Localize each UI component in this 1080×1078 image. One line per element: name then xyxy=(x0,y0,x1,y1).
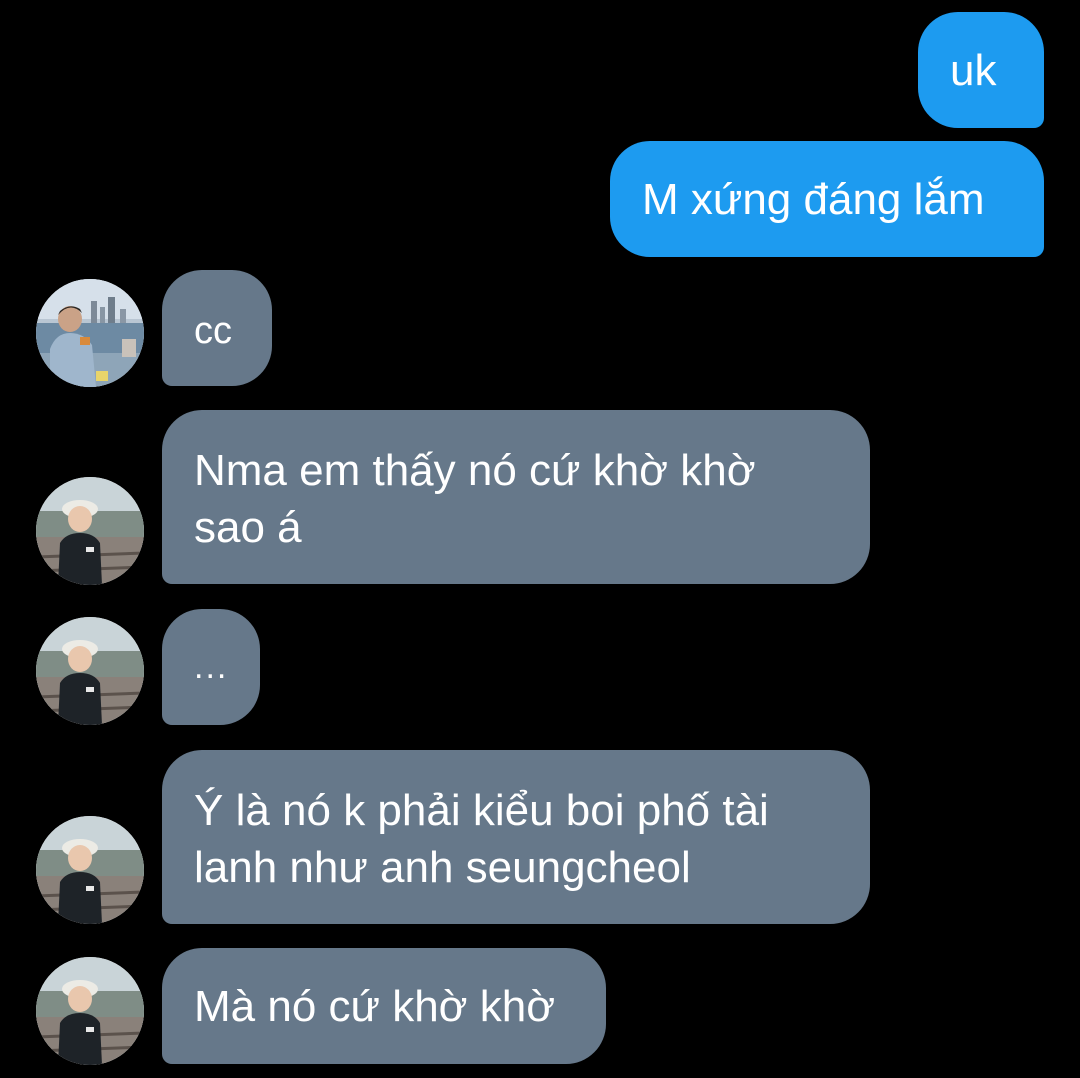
incoming-message-bubble[interactable]: Nma em thấy nó cứ khờ khờ sao á xyxy=(162,410,870,584)
user-photo-avatar-icon[interactable] xyxy=(36,279,144,387)
message-text: Ý là nó k phải kiểu boi phố tài lanh như… xyxy=(194,786,769,892)
message-text: uk xyxy=(950,46,997,95)
incoming-message-bubble[interactable]: ... xyxy=(162,609,260,725)
message-text: M xứng đáng lắm xyxy=(642,175,985,224)
child-photo-avatar-icon[interactable] xyxy=(36,816,144,924)
outgoing-message-bubble[interactable]: uk xyxy=(918,12,1044,128)
message-text: cc xyxy=(194,310,232,352)
outgoing-message-bubble[interactable]: M xứng đáng lắm xyxy=(610,141,1044,257)
child-photo-avatar-icon[interactable] xyxy=(36,617,144,725)
message-text: ... xyxy=(194,648,229,686)
incoming-message-bubble[interactable]: Ý là nó k phải kiểu boi phố tài lanh như… xyxy=(162,750,870,924)
incoming-message-bubble[interactable]: cc xyxy=(162,270,272,386)
child-photo-avatar-icon[interactable] xyxy=(36,477,144,585)
chat-screen: uk M xứng đáng lắm cc Nma em thấy nó cứ … xyxy=(0,0,1080,1078)
message-text: Nma em thấy nó cứ khờ khờ sao á xyxy=(194,446,756,552)
incoming-message-bubble[interactable]: Mà nó cứ khờ khờ xyxy=(162,948,606,1064)
message-text: Mà nó cứ khờ khờ xyxy=(194,982,556,1031)
child-photo-avatar-icon[interactable] xyxy=(36,957,144,1065)
